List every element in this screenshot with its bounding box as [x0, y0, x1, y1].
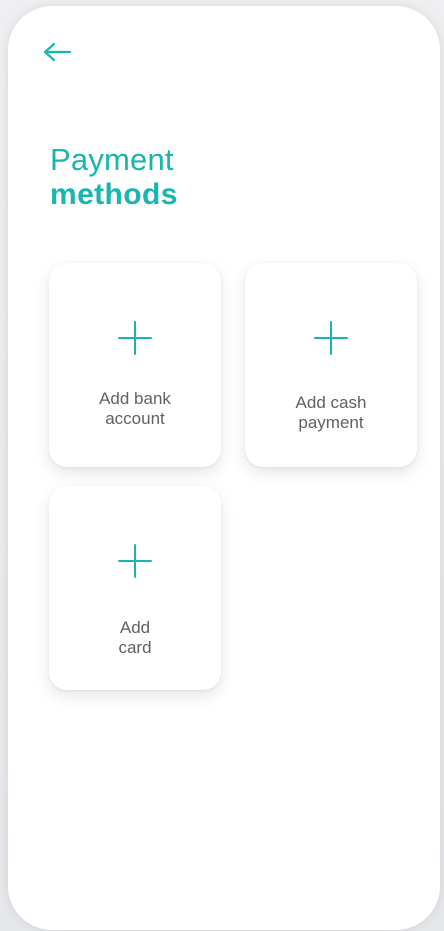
add-bank-account-label: Add bank account	[49, 389, 221, 429]
arrow-left-icon	[42, 41, 72, 68]
plus-icon	[314, 321, 348, 355]
plus-icon	[118, 321, 152, 355]
add-card-card[interactable]: Add card	[49, 486, 221, 690]
add-bank-account-label-line-2: account	[105, 409, 165, 429]
add-cash-payment-label-line-1: Add cash	[295, 393, 367, 412]
add-cash-payment-label: Add cash payment	[245, 393, 417, 433]
add-card-label: Add card	[49, 618, 221, 658]
page-title-primary: Payment	[50, 142, 174, 177]
phone-screen: Payment methods Add bank account Add cas…	[8, 6, 440, 930]
add-bank-account-label-line-1: Add bank	[99, 389, 171, 408]
plus-icon	[118, 544, 152, 578]
add-bank-account-card[interactable]: Add bank account	[49, 263, 221, 467]
page-title-secondary: methods	[50, 177, 178, 211]
back-button[interactable]	[42, 38, 82, 70]
add-card-label-line-2: card	[118, 638, 152, 658]
add-cash-payment-label-line-2: payment	[298, 413, 364, 433]
add-cash-payment-card[interactable]: Add cash payment	[245, 263, 417, 467]
page-title: Payment methods	[50, 142, 178, 212]
add-card-label-line-1: Add	[119, 618, 151, 637]
